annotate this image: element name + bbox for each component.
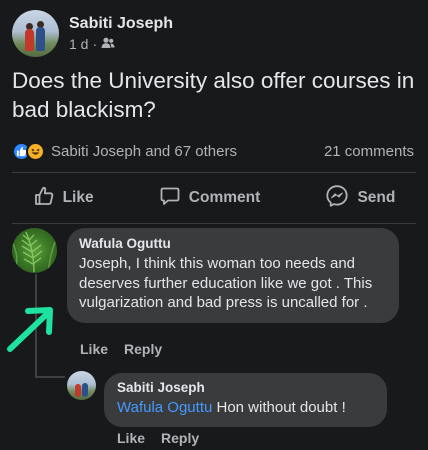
meta-separator: · [92,36,98,52]
friends-icon [101,36,115,52]
post-timestamp[interactable]: 1 d [69,36,88,52]
reactions-row: Sabiti Joseph and 67 others 21 comments [12,142,414,161]
comment-bubble-icon [159,185,181,212]
reply-actions: Like Reply [117,430,199,446]
commenter-avatar[interactable] [12,228,57,273]
reply-author-avatar[interactable] [67,371,96,400]
messenger-icon [325,184,349,213]
like-button-label: Like [62,189,94,206]
post-text: Does the University also offer courses i… [12,68,415,122]
haha-reaction-icon [26,142,45,161]
comment-text: Joseph, I think this woman too needs and… [79,255,373,311]
comment-button-label: Comment [188,189,261,206]
comments-count[interactable]: 21 comments [324,143,414,160]
reply-text: Wafula Oguttu Hon without doubt ! [117,398,374,418]
divider [12,172,416,173]
comment-actions: Like Reply [80,341,162,357]
comment-author-name[interactable]: Wafula Oguttu [79,236,387,251]
post-author-name[interactable]: Sabiti Joseph [69,15,173,33]
divider [12,223,416,224]
reply-reply-button[interactable]: Reply [161,430,199,446]
reply-mention-link[interactable]: Wafula Oguttu [117,399,212,416]
comment-like-button[interactable]: Like [80,341,108,357]
post-action-bar: Like Comment Send [0,181,428,215]
reactions-text: Sabiti Joseph and 67 others [51,143,237,160]
thumbs-up-icon [33,185,55,212]
send-button[interactable]: Send [325,184,395,213]
post-meta: 1 d · [69,36,173,52]
send-button-label: Send [357,189,396,206]
reply-body: Hon without doubt ! [212,399,346,416]
like-button[interactable]: Like [33,185,94,212]
comment-button[interactable]: Comment [159,185,260,212]
comment-reply-button[interactable]: Reply [124,341,162,357]
comment-bubble[interactable]: Wafula Oguttu Joseph, I think this woman… [67,228,399,323]
post-header: Sabiti Joseph 1 d · [12,10,173,57]
reply-bubble[interactable]: Sabiti Joseph Wafula Oguttu Hon without … [104,373,387,427]
thread-connector [35,376,65,378]
reactions-summary[interactable]: Sabiti Joseph and 67 others [12,142,237,161]
green-arrow-icon [7,307,53,352]
author-avatar[interactable] [12,10,59,57]
reply-author-name[interactable]: Sabiti Joseph [117,380,374,395]
comment [12,228,57,273]
reply-like-button[interactable]: Like [117,430,145,446]
